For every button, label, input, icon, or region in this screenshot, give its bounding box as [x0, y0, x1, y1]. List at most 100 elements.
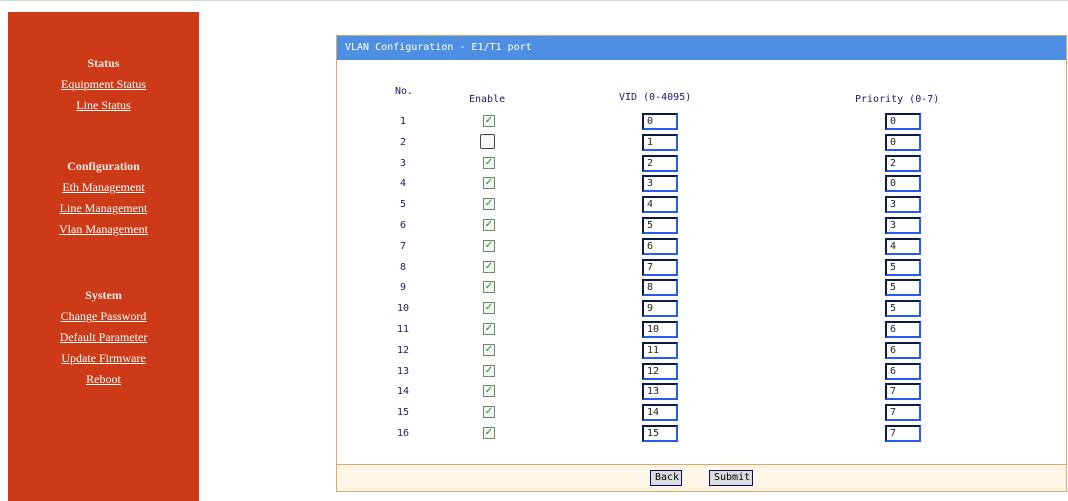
table-row: 11 ✓: [337, 321, 1066, 342]
enable-checkbox[interactable]: ✓: [483, 260, 495, 273]
sidebar-heading-system: System: [85, 288, 122, 302]
sidebar-link-change-password[interactable]: Change Password: [8, 306, 199, 327]
table-row: 9 ✓: [337, 279, 1066, 300]
vid-input[interactable]: [642, 113, 678, 130]
enable-checkbox[interactable]: ✓: [483, 156, 495, 169]
panel-title: VLAN Configuration - E1/T1 port: [337, 36, 1066, 60]
enable-checkbox[interactable]: ✓: [483, 385, 495, 398]
row-number: 1: [399, 116, 407, 127]
enable-checkbox[interactable]: ✓: [483, 364, 495, 377]
panel-footer: Back Submit: [337, 464, 1066, 491]
row-number: 16: [396, 428, 410, 439]
sidebar-section-configuration: Configuration Eth Management Line Manage…: [8, 156, 199, 240]
vid-input[interactable]: [642, 258, 678, 276]
enable-checkbox[interactable]: ✓: [483, 281, 495, 294]
vid-input[interactable]: [642, 383, 678, 401]
table-row: 5 ✓: [337, 196, 1066, 217]
sidebar-link-equipment-status[interactable]: Equipment Status: [8, 74, 199, 95]
submit-button[interactable]: Submit: [709, 470, 753, 486]
priority-input[interactable]: [885, 362, 921, 380]
top-divider: [0, 0, 1068, 1]
back-button[interactable]: Back: [650, 470, 682, 486]
vid-input[interactable]: [642, 300, 678, 318]
priority-input[interactable]: [885, 300, 921, 318]
enable-checkbox[interactable]: [480, 133, 495, 149]
priority-input[interactable]: [885, 154, 921, 172]
enable-checkbox[interactable]: ✓: [483, 343, 495, 356]
column-header-vid: VID (0-4095): [619, 92, 692, 103]
priority-input[interactable]: [885, 113, 921, 130]
sidebar-link-reboot[interactable]: Reboot: [8, 369, 199, 390]
column-header-enable: Enable: [469, 94, 506, 105]
row-number: 2: [399, 136, 407, 148]
priority-input[interactable]: [885, 383, 921, 401]
sidebar-section-status: Status Equipment Status Line Status: [8, 53, 199, 116]
priority-input[interactable]: [885, 196, 921, 214]
priority-input[interactable]: [885, 404, 921, 422]
table-row: 15 ✓: [337, 404, 1066, 425]
vlan-config-panel: VLAN Configuration - E1/T1 port No. Enab…: [336, 35, 1067, 492]
table-row: 1 ✓: [337, 113, 1066, 134]
priority-input[interactable]: [885, 279, 921, 297]
sidebar-link-default-parameter[interactable]: Default Parameter: [8, 327, 199, 348]
enable-checkbox[interactable]: ✓: [483, 198, 495, 211]
vid-input[interactable]: [642, 279, 678, 297]
priority-input[interactable]: [885, 237, 921, 255]
enable-checkbox[interactable]: ✓: [483, 323, 495, 335]
vid-input[interactable]: [642, 154, 678, 172]
column-header-no: No.: [395, 86, 414, 97]
row-number: 14: [396, 386, 410, 398]
table-row: 4 ✓: [337, 175, 1066, 196]
vid-input[interactable]: [642, 425, 678, 442]
row-number: 3: [399, 157, 407, 169]
enable-checkbox[interactable]: ✓: [483, 115, 495, 127]
enable-checkbox[interactable]: ✓: [483, 302, 495, 315]
table-row: 13 ✓: [337, 362, 1066, 384]
priority-input[interactable]: [885, 425, 921, 442]
sidebar-link-line-management[interactable]: Line Management: [8, 198, 199, 219]
sidebar-link-eth-management[interactable]: Eth Management: [8, 177, 199, 198]
row-number: 7: [399, 240, 407, 252]
row-number: 4: [399, 178, 407, 190]
row-number: 13: [396, 365, 410, 377]
row-number: 12: [396, 344, 410, 356]
enable-checkbox[interactable]: ✓: [483, 427, 495, 439]
priority-input[interactable]: [885, 321, 921, 338]
row-number: 6: [399, 220, 407, 231]
row-number: 5: [399, 199, 407, 211]
table-row: 3 ✓: [337, 154, 1066, 176]
enable-checkbox[interactable]: ✓: [483, 219, 495, 231]
enable-checkbox[interactable]: ✓: [483, 177, 495, 190]
table-row: 6 ✓: [337, 217, 1066, 238]
sidebar-link-update-firmware[interactable]: Update Firmware: [8, 348, 199, 369]
sidebar-heading-configuration: Configuration: [67, 159, 140, 173]
sidebar-link-vlan-management[interactable]: Vlan Management: [8, 219, 199, 240]
table-row: 12 ✓: [337, 341, 1066, 363]
vid-input[interactable]: [642, 175, 678, 193]
vid-input[interactable]: [642, 362, 678, 380]
enable-checkbox[interactable]: ✓: [483, 406, 495, 419]
priority-input[interactable]: [885, 175, 921, 193]
vid-input[interactable]: [642, 321, 678, 338]
vid-input[interactable]: [642, 196, 678, 214]
vid-input[interactable]: [642, 237, 678, 255]
vid-input[interactable]: [642, 133, 678, 151]
priority-input[interactable]: [885, 258, 921, 276]
table-row: 2: [337, 133, 1066, 155]
priority-input[interactable]: [885, 341, 921, 359]
priority-input[interactable]: [885, 217, 921, 234]
row-number: 8: [399, 261, 407, 273]
priority-input[interactable]: [885, 133, 921, 151]
sidebar-nav: Status Equipment Status Line Status Conf…: [8, 12, 199, 501]
vid-input[interactable]: [642, 217, 678, 234]
row-number: 9: [399, 282, 407, 294]
table-row: 10 ✓: [337, 300, 1066, 321]
vid-input[interactable]: [642, 341, 678, 359]
row-number: 11: [396, 324, 410, 335]
sidebar-link-line-status[interactable]: Line Status: [8, 95, 199, 116]
sidebar-heading-status: Status: [87, 56, 120, 70]
row-number: 10: [396, 303, 410, 315]
enable-checkbox[interactable]: ✓: [483, 239, 495, 252]
vid-input[interactable]: [642, 404, 678, 422]
sidebar-section-system: System Change Password Default Parameter…: [8, 285, 199, 390]
